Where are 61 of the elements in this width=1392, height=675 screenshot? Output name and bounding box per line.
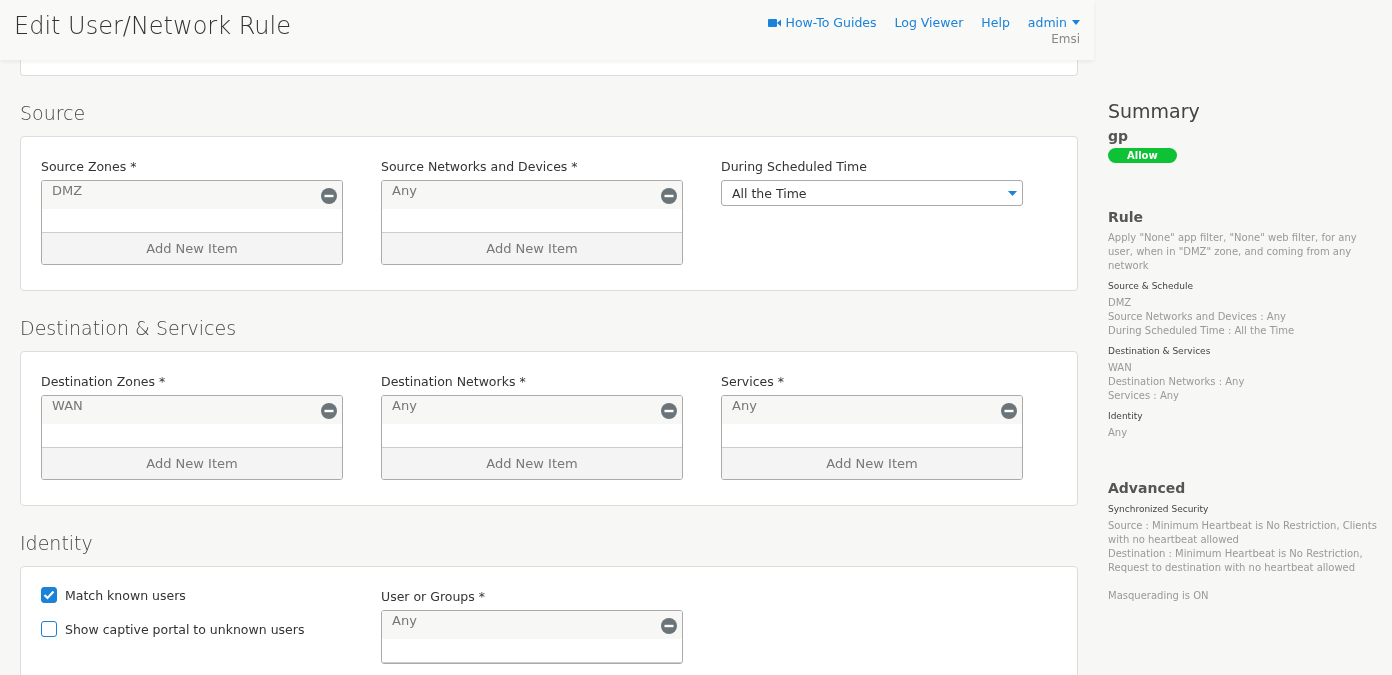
section-title: Destination & Services xyxy=(20,317,238,339)
summary-line: Any xyxy=(1108,426,1129,440)
header-link[interactable]: Help xyxy=(981,15,1010,30)
add-new-item-button[interactable]: Add New Item xyxy=(42,448,342,479)
section-title: Identity xyxy=(20,532,94,554)
schedule-dropdown[interactable]: All the Time xyxy=(721,180,1023,206)
add-new-item-button[interactable]: Add New Item xyxy=(42,233,342,264)
page-title: Edit User/Network Rule xyxy=(14,12,291,42)
summary-line: Destination Networks : Any xyxy=(1108,375,1246,389)
summary-title: Summary xyxy=(1108,100,1201,122)
add-new-item-button[interactable]: Add New Item xyxy=(382,233,682,264)
rule-name: gp xyxy=(1108,128,1130,144)
field-label: Source Networks and Devices * xyxy=(381,159,579,174)
field-label: Destination Networks * xyxy=(381,374,527,389)
summary-group-title: Advanced xyxy=(1108,480,1187,496)
checkbox[interactable] xyxy=(41,621,57,637)
checkbox-label: Show captive portal to unknown users xyxy=(65,621,305,637)
remove-icon[interactable] xyxy=(321,188,337,204)
rule-description: Apply "None" app filter, "None" web filter, for any user, when in "DMZ" zone, and coming from any network xyxy=(1108,231,1358,273)
checkbox[interactable] xyxy=(41,587,57,603)
field-label: Services * xyxy=(721,374,785,389)
summary-group-title: Rule xyxy=(1108,209,1145,225)
summary-note: Masquerading is ON xyxy=(1108,589,1210,603)
field-label: Destination Zones * xyxy=(41,374,167,389)
remove-icon[interactable] xyxy=(321,403,337,419)
summary-subheading: Source & Schedule xyxy=(1108,281,1194,291)
summary-subheading: Identity xyxy=(1108,411,1144,421)
remove-icon[interactable] xyxy=(661,618,677,634)
list-item[interactable]: WAN xyxy=(52,398,83,413)
header-link[interactable]: How-To Guides xyxy=(767,15,877,30)
summary-line: DMZ xyxy=(1108,296,1133,310)
remove-icon[interactable] xyxy=(1001,403,1017,419)
user-menu[interactable]: admin xyxy=(1027,15,1080,30)
summary-line: Source Networks and Devices : Any xyxy=(1108,310,1287,324)
summary-line: During Scheduled Time : All the Time xyxy=(1108,324,1296,338)
list-item[interactable]: Any xyxy=(732,398,757,413)
list-item[interactable]: Any xyxy=(392,613,417,628)
list-item[interactable]: Any xyxy=(392,183,417,198)
list-item[interactable]: DMZ xyxy=(52,183,83,198)
field-label: User or Groups * xyxy=(381,589,487,604)
summary-line: Services : Any xyxy=(1108,389,1180,403)
list-item[interactable]: Any xyxy=(392,398,417,413)
summary-subheading: Synchronized Security xyxy=(1108,504,1210,514)
summary-line: Source : Minimum Heartbeat is No Restriction, Clients with no heartbeat allowed xyxy=(1108,519,1378,547)
caret-icon xyxy=(1072,20,1080,25)
video-camera-icon xyxy=(767,17,781,28)
summary-subheading: Destination & Services xyxy=(1108,346,1212,356)
summary-line: WAN xyxy=(1108,361,1133,375)
section-title: Source xyxy=(20,102,87,124)
remove-icon[interactable] xyxy=(661,403,677,419)
header-link[interactable]: Log Viewer xyxy=(894,15,964,30)
add-new-item-button[interactable]: Add New Item xyxy=(382,448,682,479)
field-label: During Scheduled Time xyxy=(721,159,868,174)
caret-icon xyxy=(1008,190,1017,196)
summary-line: Destination : Minimum Heartbeat is No Restriction, Request to destination with no heartbeat allowed xyxy=(1108,547,1364,575)
add-new-item-button[interactable]: Add New Item xyxy=(722,448,1022,479)
action-badge: Allow xyxy=(1108,148,1177,163)
remove-icon[interactable] xyxy=(661,188,677,204)
organization-name: Emsi xyxy=(1051,32,1080,46)
field-label: Source Zones * xyxy=(41,159,138,174)
checkbox-label: Match known users xyxy=(65,587,186,603)
